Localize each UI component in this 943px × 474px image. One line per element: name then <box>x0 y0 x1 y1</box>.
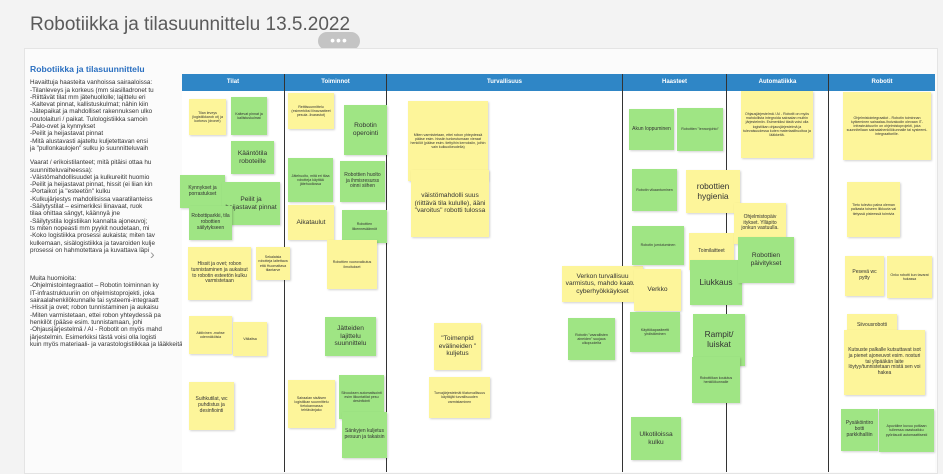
sticky-note[interactable]: Robottien päivitykset <box>738 237 794 283</box>
sticky-note[interactable]: Suihkutilat, wc puhdistus ja desinfioint… <box>189 382 234 430</box>
sticky-note[interactable]: Verkko <box>634 269 681 311</box>
column-header: Turvallisuus <box>387 74 622 91</box>
sticky-note[interactable]: Ulkotiloissa kulku <box>631 417 681 460</box>
sticky-note[interactable]: Kynnykset ja porrastukset <box>180 175 225 208</box>
sticky-note[interactable]: robottien hygienia <box>686 170 740 213</box>
sticky-note[interactable]: Robotin "vaarallisten aineiden" suojaus … <box>568 318 615 360</box>
sticky-note[interactable]: Robottiikan koulutus henkilökunnalle <box>692 357 740 403</box>
chevron-right-icon: › <box>150 246 155 262</box>
sticky-note[interactable]: Robotin jumiutuminen <box>632 226 684 265</box>
sticky-note[interactable]: väistömahdolli suus (riittävä tila kulul… <box>411 170 489 237</box>
sticky-note[interactable]: Robottien "lennonjohto" <box>677 108 723 151</box>
sticky-note[interactable]: Akun loppuminen <box>629 109 674 150</box>
sticky-note[interactable]: Robotin operointi <box>344 105 387 155</box>
sticky-note[interactable]: Väliaitsa <box>233 322 267 356</box>
sticky-note[interactable]: Robottien liikennesäännöt <box>342 210 387 243</box>
sticky-note[interactable]: Pesevä wc pytty <box>845 256 884 296</box>
sticky-note[interactable]: Tilan leveys (logistiikkarob ot) ja kork… <box>189 99 226 135</box>
sticky-note[interactable]: Aikataulut <box>288 205 334 240</box>
board-title: Robotiikka ja tilasuunnittelu 13.5.2022 <box>30 14 351 35</box>
sticky-note[interactable]: Hissit ja ovet; robon tunnistaminen ja a… <box>188 247 251 300</box>
sticky-note[interactable]: Robottien vuorovaikutus ilmoitukset <box>327 240 377 289</box>
sticky-note[interactable]: Sänkyjen kuljetus pesuun ja takaisin <box>342 412 387 458</box>
column-header: Automatiikka <box>727 74 828 91</box>
sticky-note[interactable]: Liukkaus <box>690 260 742 305</box>
sticky-note[interactable]: Jätehuolto, mitä eri tilaa robotteja käy… <box>288 158 333 202</box>
sticky-note[interactable]: Apuväline kuvuu potilaan tulleessa osast… <box>879 409 934 452</box>
document-title: Robotiikka ja tilasuunnittelu <box>30 66 145 74</box>
sticky-note[interactable]: Reittisuunnittelu (esimerkiksi liinavaat… <box>288 93 334 129</box>
sticky-note[interactable]: Sekalaisia robotteja laitettava että Huo… <box>256 247 290 280</box>
sticky-note[interactable]: Kääntötila roboteille <box>231 141 274 174</box>
sticky-note[interactable]: Turvajärjestelmät tilaturvallisuus käytt… <box>429 377 490 418</box>
column-header: Robotit <box>829 74 935 91</box>
sticky-note[interactable]: Kaltevat pinnat ja kallistuskulmat <box>231 97 267 135</box>
sticky-note[interactable]: Kutsuste palkalle kutsuttavat isot ja pi… <box>844 330 925 395</box>
sticky-note[interactable]: Sairaalan sisäisen logistiikan suunnitte… <box>288 380 335 428</box>
sticky-note[interactable]: Jätteiden lajittelu suunnittelu <box>325 317 376 356</box>
sticky-note[interactable]: Tieto tulevko palna oleman palkasta tois… <box>847 182 900 237</box>
sticky-note[interactable]: Aktiivinen -mahse odennäköisia <box>189 316 232 354</box>
column-header: Haasteet <box>623 74 726 91</box>
sticky-note[interactable]: Ohjelmistointegraatiot - Robotin toiminn… <box>843 92 931 160</box>
column-header: Toiminnot <box>285 74 386 91</box>
sticky-note[interactable]: Käyttökapasiteetti yhdistäminen <box>630 312 680 352</box>
sticky-note[interactable]: Ohjausjärjestelmä / AI - Robotit on myös… <box>741 91 813 158</box>
sticky-note[interactable]: Robottiparkki, tila robottien säilytykse… <box>189 206 232 240</box>
sticky-note[interactable]: Robotin vikaantuminen <box>632 169 677 211</box>
column-header: Tilat <box>182 74 284 91</box>
sticky-note[interactable]: Pysäköintiro botti parkkihalliin <box>841 409 878 451</box>
sticky-note[interactable]: Robottien huolto ja ihmisresurss oinni s… <box>340 161 385 202</box>
sticky-note[interactable]: Onko robotti kun tavarat hukassa <box>887 256 932 298</box>
sticky-note[interactable]: Miten varmistetaan, ettei robon yhteydes… <box>408 101 488 181</box>
sticky-note[interactable]: "Toimenpid evälineiden " kuljetus <box>434 323 481 370</box>
sticky-note[interactable]: Verkon turvallisuu varmistus, mahdo kaat… <box>562 266 643 302</box>
